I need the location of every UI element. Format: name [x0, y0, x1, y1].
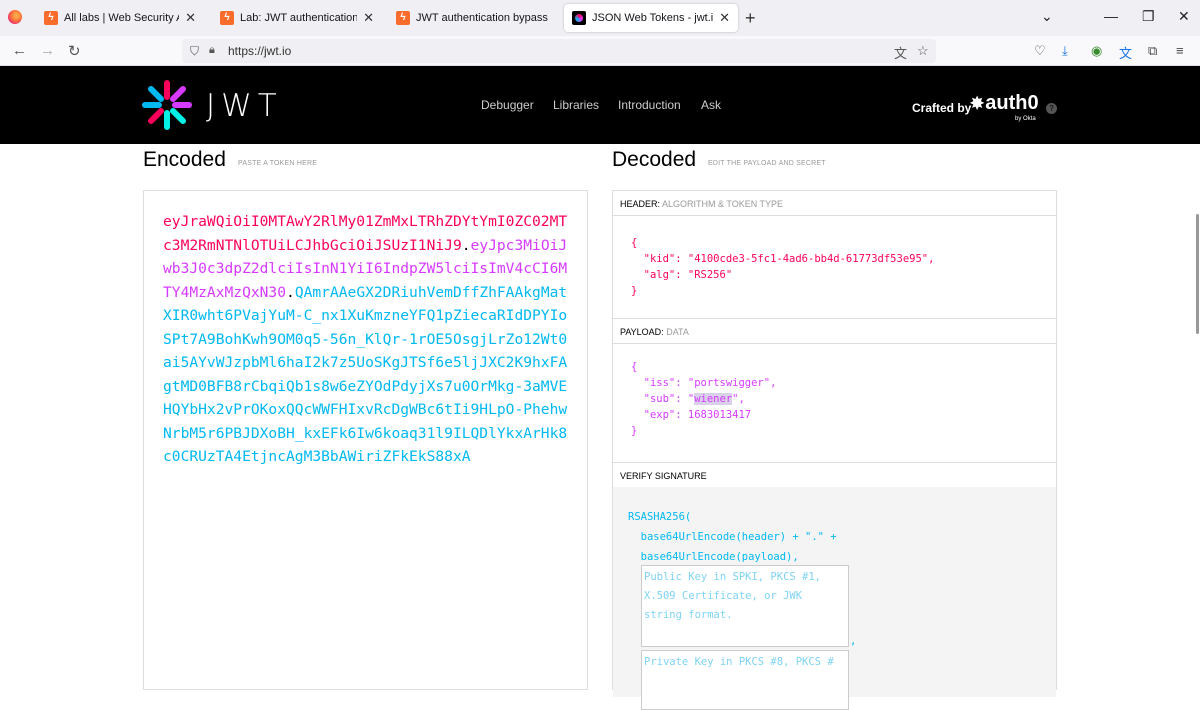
- payload-json-editor[interactable]: { "iss": "portswigger", "sub": "wiener",…: [631, 359, 776, 439]
- code-line: RSASHA256(: [628, 511, 692, 523]
- back-icon[interactable]: ←: [12, 42, 27, 59]
- token-dot: .: [286, 283, 295, 301]
- code-line: base64UrlEncode(payload),: [628, 551, 799, 563]
- tab-label: JWT authentication bypass via fl: [416, 12, 550, 24]
- verify-code: RSASHA256( base64UrlEncode(header) + "."…: [628, 507, 837, 567]
- help-icon[interactable]: ?: [1046, 103, 1057, 114]
- nav-introduction[interactable]: Introduction: [618, 98, 681, 112]
- tab-all-labs[interactable]: ϟ All labs | Web Security Academy ✕: [36, 4, 204, 32]
- payload-pane-title: PAYLOAD: DATA: [613, 318, 1056, 344]
- code-line: "iss": "portswigger",: [631, 377, 777, 389]
- close-tab-icon[interactable]: ✕: [363, 10, 374, 26]
- decoded-subtitle: EDIT THE PAYLOAD AND SECRET: [708, 160, 826, 167]
- verify-label: VERIFY SIGNATURE: [620, 471, 707, 481]
- nav-libraries[interactable]: Libraries: [553, 98, 599, 112]
- bookmark-star-icon[interactable]: ☆: [917, 43, 929, 59]
- header-label: HEADER:: [620, 199, 661, 209]
- private-key-input[interactable]: Private Key in PKCS #8, PKCS #: [641, 650, 849, 710]
- header-hint: ALGORITHM & TOKEN TYPE: [662, 199, 784, 209]
- sub-suffix: ",: [732, 393, 745, 405]
- auth0-logo[interactable]: ✸auth0: [970, 92, 1039, 115]
- jwt-logo-icon[interactable]: [142, 80, 192, 130]
- token-dot: .: [461, 236, 471, 254]
- header-json-editor[interactable]: { "kid": "4100cde3-5fc1-4ad6-bb4d-61773d…: [631, 235, 934, 299]
- logo-text[interactable]: JWT: [206, 88, 283, 124]
- portswigger-icon: ϟ: [44, 11, 58, 25]
- tab-label: Lab: JWT authentication bypass: [240, 12, 358, 24]
- code-line: base64UrlEncode(header) + "." +: [628, 531, 837, 543]
- code-line: "sub": "wiener",: [631, 391, 776, 407]
- page-scrollbar[interactable]: [1196, 214, 1199, 334]
- pocket-icon[interactable]: ♡: [1034, 43, 1046, 59]
- auth0-brand-text: auth0: [985, 92, 1039, 114]
- burp-extension-icon[interactable]: ◉: [1091, 43, 1102, 59]
- encoded-token-editor[interactable]: eyJraWQiOiI0MTAwY2RlMy01ZmMxLTRhZDYtYmI0…: [143, 190, 588, 690]
- auth0-star-icon: ✸: [970, 94, 985, 113]
- encoded-title: Encoded: [143, 148, 226, 171]
- code-line: {: [631, 361, 638, 373]
- nav-ask[interactable]: Ask: [701, 98, 721, 112]
- list-tabs-icon[interactable]: ⌄: [1041, 8, 1053, 25]
- jwt-icon: [572, 11, 586, 25]
- reload-icon[interactable]: ↻: [68, 42, 81, 60]
- crafted-by-text: Crafted by: [912, 101, 972, 115]
- url-text[interactable]: https://jwt.io: [228, 44, 291, 58]
- browser-navbar: ← → ↻ ⛉ 🔒︎ https://jwt.io ⽂ ☆ ♡ ⤓ ◉ 文 ⧉ …: [0, 36, 1200, 66]
- firefox-icon[interactable]: [8, 10, 22, 24]
- decoded-panel: HEADER: ALGORITHM & TOKEN TYPE { "kid": …: [612, 190, 1057, 710]
- close-window-icon[interactable]: ✕: [1178, 8, 1190, 25]
- encoded-subtitle: PASTE A TOKEN HERE: [238, 160, 318, 167]
- restore-icon[interactable]: ❐: [1142, 8, 1155, 25]
- code-line: "exp": 1683013417: [631, 409, 752, 421]
- translate-icon[interactable]: ⽂: [894, 43, 907, 62]
- minimize-icon[interactable]: —: [1104, 8, 1118, 24]
- lock-icon[interactable]: 🔒︎: [209, 44, 215, 57]
- translator-extension-icon[interactable]: 文: [1119, 43, 1132, 62]
- address-bar[interactable]: ⛉ 🔒︎ https://jwt.io ⽂ ☆: [182, 39, 936, 63]
- public-key-input[interactable]: Public Key in SPKI, PKCS #1, X.509 Certi…: [641, 565, 849, 647]
- tab-lab-jwt[interactable]: ϟ Lab: JWT authentication bypass ✕: [212, 4, 382, 32]
- verify-pane-title: VERIFY SIGNATURE: [613, 462, 1056, 488]
- code-line: }: [631, 425, 638, 437]
- payload-hint: DATA: [666, 327, 689, 337]
- sub-prefix: "sub": ": [631, 393, 695, 405]
- token-signature-part: QAmrAAeGX2DRiuhVemDffZhFAAkgMatXIR0wht6P…: [163, 283, 568, 466]
- decoded-title: Decoded: [612, 148, 697, 171]
- portswigger-icon: ϟ: [220, 11, 234, 25]
- code-line: }: [631, 285, 638, 297]
- tab-label: All labs | Web Security Academy: [64, 12, 179, 24]
- forward-icon[interactable]: →: [40, 42, 55, 59]
- verify-signature-pane: RSASHA256( base64UrlEncode(header) + "."…: [613, 487, 1056, 710]
- tab-jwt-io[interactable]: JSON Web Tokens - jwt.io ✕: [564, 4, 738, 32]
- close-tab-icon[interactable]: ✕: [719, 10, 730, 26]
- comma-text: ,: [850, 635, 857, 647]
- menu-icon[interactable]: ≡: [1176, 43, 1184, 58]
- portswigger-icon: ϟ: [396, 11, 410, 25]
- extensions-icon[interactable]: ⧉: [1148, 43, 1157, 59]
- close-tab-icon[interactable]: ✕: [185, 10, 196, 26]
- by-okta-text: by Okta: [1015, 116, 1036, 122]
- downloads-icon[interactable]: ⤓: [1062, 43, 1068, 59]
- token-text[interactable]: eyJraWQiOiI0MTAwY2RlMy01ZmMxLTRhZDYtYmI0…: [163, 210, 568, 469]
- tab-jwt-bypass[interactable]: ϟ JWT authentication bypass via fl: [388, 4, 558, 32]
- code-line: {: [631, 237, 638, 249]
- header-pane-title: HEADER: ALGORITHM & TOKEN TYPE: [613, 191, 1056, 216]
- payload-label: PAYLOAD:: [620, 327, 664, 337]
- sub-value-highlight: wiener: [694, 393, 733, 405]
- code-line: "kid": "4100cde3-5fc1-4ad6-bb4d-61773df5…: [631, 253, 935, 265]
- shield-icon[interactable]: ⛉: [190, 44, 199, 59]
- browser-tab-strip: ϟ All labs | Web Security Academy ✕ ϟ La…: [0, 0, 1200, 36]
- site-header: JWT Debugger Libraries Introduction Ask …: [0, 66, 1200, 144]
- nav-debugger[interactable]: Debugger: [481, 98, 534, 112]
- code-line: "alg": "RS256": [631, 269, 733, 281]
- new-tab-button[interactable]: +: [745, 8, 756, 29]
- tab-label: JSON Web Tokens - jwt.io: [592, 12, 714, 24]
